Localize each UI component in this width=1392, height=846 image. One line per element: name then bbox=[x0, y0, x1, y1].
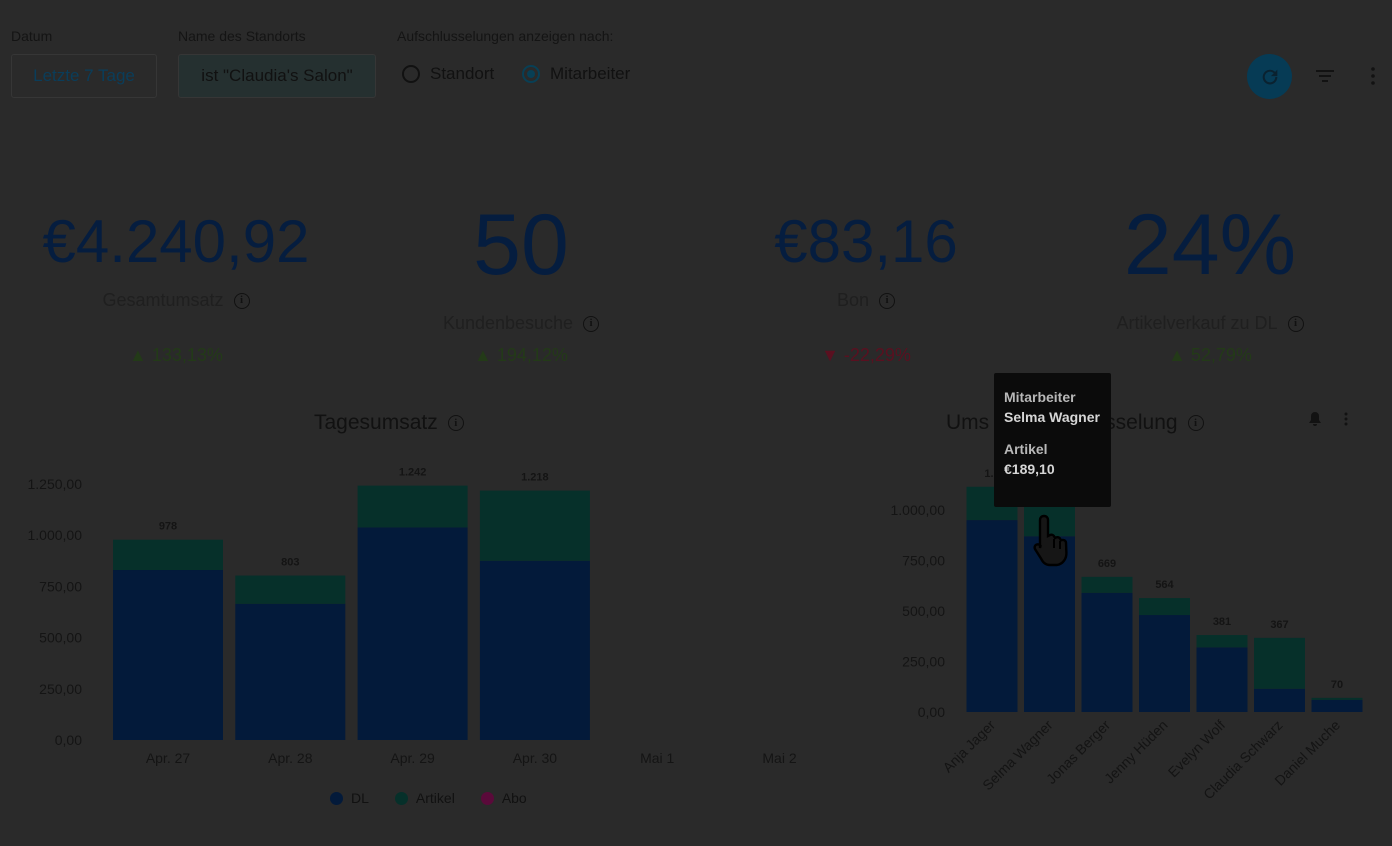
bar-artikel bbox=[113, 539, 223, 571]
bar-artikel bbox=[1081, 576, 1133, 593]
bar-total-label: 669 bbox=[1098, 558, 1116, 570]
legend-label-dl: DL bbox=[351, 790, 369, 806]
bar-dl bbox=[479, 560, 590, 740]
legend-dot-abo bbox=[480, 791, 494, 805]
legend-dot-artikel bbox=[394, 791, 408, 805]
y-tick-label: 250,00 bbox=[902, 654, 945, 670]
bar-dl bbox=[1254, 688, 1305, 712]
bar-artikel bbox=[235, 575, 346, 604]
tooltip-series-value: €189,10 bbox=[1004, 461, 1055, 477]
legend-item-artikel[interactable]: Artikel bbox=[394, 790, 455, 806]
x-tick-label: Apr. 30 bbox=[513, 750, 558, 766]
bar-total-label: 803 bbox=[281, 557, 299, 569]
charts-canvas: 0,00 250,00 500,00 750,00 1.000,00 1.250,00 Ap… bbox=[28, 467, 1363, 802]
legend-label-abo: Abo bbox=[501, 790, 527, 806]
bar-total-label: 367 bbox=[1270, 619, 1288, 631]
bar-total-label: 978 bbox=[159, 521, 177, 533]
bar-dl bbox=[235, 603, 346, 740]
legend-dot-dl bbox=[330, 791, 343, 805]
bar-artikel bbox=[1139, 598, 1190, 616]
y-tick-label: 1.250,00 bbox=[28, 476, 83, 492]
x-tick-label: Anja Jager bbox=[939, 717, 998, 776]
bar-artikel bbox=[1311, 697, 1363, 700]
bar-dl bbox=[966, 520, 1018, 712]
y-tick-label: 750,00 bbox=[902, 553, 945, 569]
y-tick-label: 500,00 bbox=[39, 630, 82, 646]
y-tick-label: 0,00 bbox=[918, 704, 945, 720]
bar-total-label: 1.218 bbox=[521, 472, 549, 484]
legend-item-dl[interactable]: DL bbox=[330, 790, 369, 806]
y-tick-label: 1.000,00 bbox=[28, 527, 83, 543]
tooltip-title-label: Mitarbeiter bbox=[1004, 389, 1076, 405]
bar-total-label: 1.242 bbox=[399, 467, 427, 479]
tooltip-series-label: Artikel bbox=[1004, 441, 1048, 457]
x-tick-label: Apr. 29 bbox=[390, 750, 435, 766]
chart-tooltip: Mitarbeiter Selma Wagner Artikel €189,10 bbox=[994, 373, 1111, 507]
y-tick-label: 250,00 bbox=[39, 681, 82, 697]
bar-dl bbox=[1311, 699, 1363, 712]
bar-dl bbox=[113, 570, 223, 740]
x-tick-label: Mai 2 bbox=[762, 750, 796, 766]
bar-artikel bbox=[1254, 637, 1305, 689]
bar-artikel bbox=[357, 485, 468, 528]
x-tick-label: Apr. 27 bbox=[146, 750, 191, 766]
y-tick-label: 750,00 bbox=[39, 578, 82, 594]
daily-revenue-legend: DL Artikel Abo bbox=[330, 790, 527, 806]
bar-total-label: 564 bbox=[1155, 579, 1174, 591]
legend-label-artikel: Artikel bbox=[415, 790, 455, 806]
bar-artikel bbox=[479, 490, 590, 561]
bar-artikel bbox=[1196, 635, 1248, 648]
x-tick-label: Mai 1 bbox=[640, 750, 674, 766]
y-tick-label: 1.000,00 bbox=[891, 502, 946, 518]
x-tick-label: Evelyn Wolf bbox=[1165, 717, 1228, 780]
legend-item-abo[interactable]: Abo bbox=[480, 790, 527, 806]
tooltip-title-value: Selma Wagner bbox=[1004, 409, 1100, 425]
bar-total-label: 381 bbox=[1213, 616, 1231, 628]
bar-total-label: 70 bbox=[1331, 679, 1343, 691]
y-tick-label: 0,00 bbox=[55, 732, 82, 748]
bar-dl bbox=[357, 527, 468, 740]
bar-dl bbox=[1139, 615, 1190, 712]
bar-dl bbox=[1081, 592, 1133, 712]
bar-dl bbox=[1196, 647, 1248, 712]
y-tick-label: 500,00 bbox=[902, 603, 945, 619]
hand-cursor-icon bbox=[1033, 514, 1068, 567]
x-tick-label: Apr. 28 bbox=[268, 750, 313, 766]
